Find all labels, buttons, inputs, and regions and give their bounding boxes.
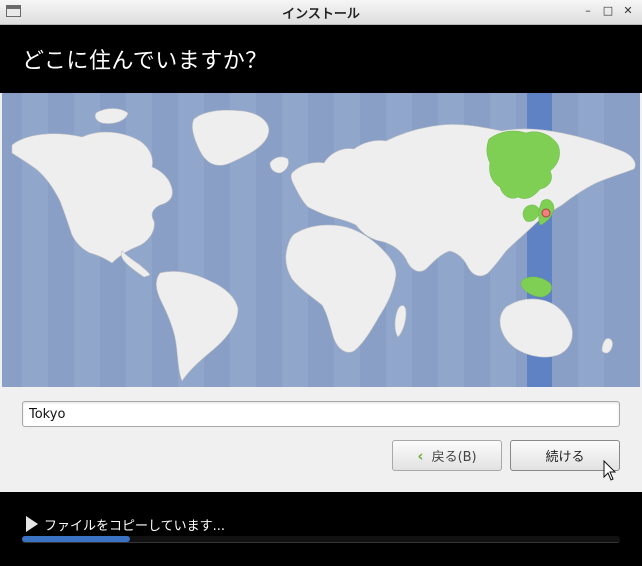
page-title: どこに住んでいますか？ — [22, 49, 268, 74]
timezone-map[interactable] — [2, 93, 640, 387]
page-header: どこに住んでいますか？ — [0, 25, 642, 93]
world-map-svg[interactable] — [2, 93, 640, 387]
minimize-button[interactable]: – — [580, 3, 596, 19]
city-input[interactable] — [22, 401, 620, 427]
title-bar[interactable]: インストール – □ ✕ — [0, 0, 642, 25]
progress-bar — [22, 536, 620, 543]
window-title: インストール — [282, 7, 360, 22]
play-icon — [26, 516, 38, 532]
continue-button-label: 続ける — [545, 450, 585, 465]
back-button-label: 戻る(B) — [431, 450, 477, 465]
location-pin[interactable] — [541, 208, 551, 218]
installer-window: インストール – □ ✕ どこに住んでいますか？ Tokyo ‹ 戻る(B) 続… — [0, 0, 642, 566]
maximize-button[interactable]: □ — [600, 3, 616, 19]
close-button[interactable]: ✕ — [620, 3, 636, 19]
back-button[interactable]: ‹ 戻る(B) — [392, 440, 502, 471]
status-footer: ファイルをコピーしています... — [0, 492, 642, 566]
status-text: ファイルをコピーしています... — [44, 519, 226, 534]
progress-fill — [22, 536, 130, 542]
chevron-left-icon: ‹ — [417, 446, 424, 465]
mouse-cursor-icon — [603, 460, 617, 481]
